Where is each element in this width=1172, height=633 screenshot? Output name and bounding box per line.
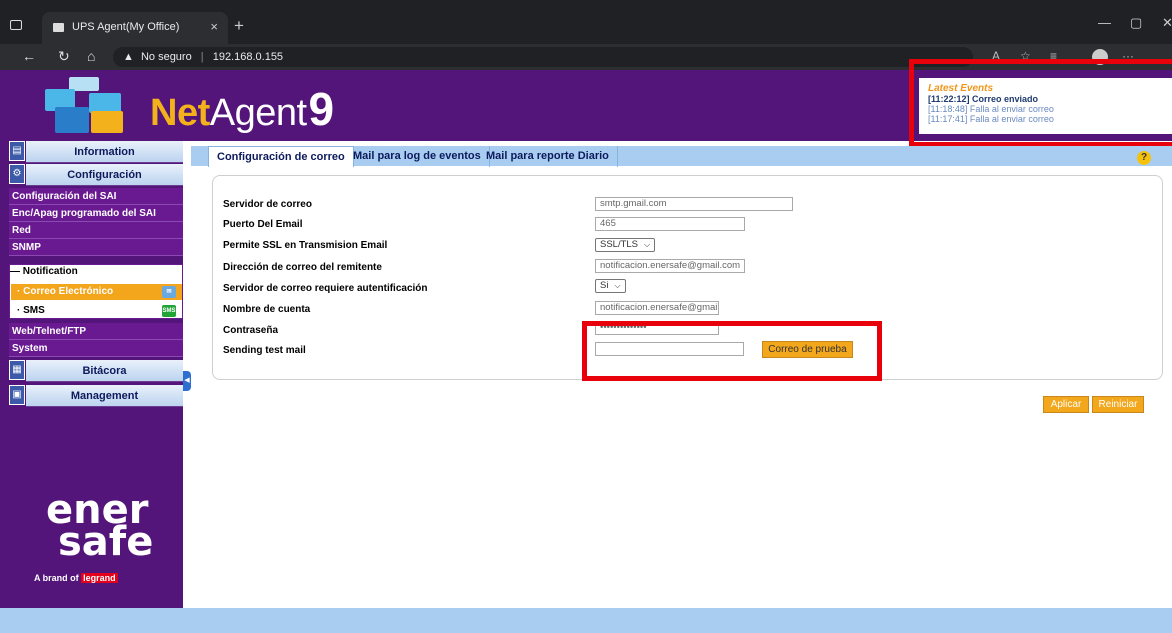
security-status[interactable]: No seguro	[141, 51, 192, 63]
bitacora-icon: ▦	[9, 360, 25, 380]
browser-tab-title: UPS Agent(My Office)	[72, 21, 180, 33]
minimize-icon[interactable]: —	[1098, 15, 1111, 30]
label-puerto-email: Puerto Del Email	[223, 219, 303, 230]
events-highlight-box	[909, 59, 1172, 147]
remitente-input[interactable]: notificacion.enersafe@gmail.com	[595, 259, 745, 273]
label-servidor-correo: Servidor de correo	[223, 199, 312, 210]
logo-line2: safe	[58, 519, 154, 565]
sidebar-section-configuracion[interactable]: Configuración	[26, 164, 183, 186]
correo-label: Correo Electrónico	[23, 286, 114, 297]
label-ssl: Permite SSL en Transmision Email	[223, 240, 388, 251]
information-icon: ▤	[9, 141, 25, 161]
tab-configuracion-correo[interactable]: Configuración de correo	[208, 146, 354, 167]
ssl-select-value: SSL/TLS	[600, 239, 639, 250]
sidebar-item-enc-apag[interactable]: Enc/Apag programado del SAI	[9, 205, 183, 222]
configuration-gear-icon: ⚙	[9, 164, 25, 184]
chevron-down-icon: ⌵	[614, 281, 621, 290]
chevron-down-icon: ⌵	[644, 240, 651, 249]
sidebar-item-correo-electronico[interactable]: · Correo Electrónico ✉	[11, 284, 182, 300]
tab-close-icon[interactable]: ×	[210, 19, 218, 34]
label-contrasena: Contraseña	[223, 325, 279, 336]
label-autentificacion: Servidor de correo requiere autentificac…	[223, 283, 428, 294]
tagline-prefix: A brand of	[34, 573, 82, 583]
sidebar-item-snmp[interactable]: SNMP	[9, 239, 183, 256]
test-mail-highlight-box	[582, 321, 882, 381]
url-separator: |	[200, 51, 204, 63]
sms-icon: SMS	[162, 305, 176, 317]
footer-bar	[0, 608, 1172, 633]
url-text: 192.168.0.155	[212, 51, 284, 63]
puerto-email-input[interactable]: 465	[595, 217, 745, 231]
maximize-icon[interactable]: ▢	[1130, 15, 1142, 31]
autentificacion-select[interactable]: Si ⌵	[595, 279, 626, 293]
aplicar-button[interactable]: Aplicar	[1043, 396, 1089, 413]
tab-mail-log-eventos[interactable]: Mail para log de eventos	[345, 146, 490, 167]
netagent-brand: NetAgent9	[150, 82, 334, 136]
new-tab-icon[interactable]: +	[234, 16, 244, 36]
sidebar-item-sms[interactable]: · SMS SMS	[11, 303, 182, 319]
management-grid-icon: ▣	[9, 385, 25, 405]
label-sending-test-mail: Sending test mail	[223, 345, 306, 356]
notification-label: Notification	[22, 266, 78, 277]
sms-label: SMS	[23, 305, 45, 316]
window-menu-icon[interactable]	[10, 20, 22, 30]
legrand-brand: legrand	[81, 573, 118, 583]
url-field[interactable]: ▲ No seguro | 192.168.0.155	[113, 47, 973, 67]
servidor-correo-input[interactable]: smtp.gmail.com	[595, 197, 793, 211]
autentificacion-select-value: Si	[600, 280, 609, 291]
tab-mail-reporte-diario[interactable]: Mail para reporte Diario	[478, 146, 618, 167]
netagent-logo-icon	[45, 77, 123, 135]
sidebar-section-information[interactable]: Information	[26, 141, 183, 163]
email-icon: ✉	[162, 286, 176, 298]
browser-tab-strip: UPS Agent(My Office) × + — ▢ ✕	[0, 0, 1172, 44]
brand-agent: Agent	[209, 92, 307, 134]
label-remitente: Dirección de correo del remitente	[223, 262, 382, 273]
warning-icon: ▲	[123, 51, 134, 63]
nombre-cuenta-input[interactable]: notificacion.enersafe@gmail.	[595, 301, 719, 315]
home-icon[interactable]: ⌂	[87, 48, 95, 64]
sidebar-section-bitacora[interactable]: Bitácora	[26, 360, 183, 382]
brand-nine: 9	[308, 83, 335, 135]
sidebar-item-system[interactable]: System	[9, 340, 183, 357]
ssl-select[interactable]: SSL/TLS ⌵	[595, 238, 656, 252]
label-nombre-cuenta: Nombre de cuenta	[223, 304, 311, 315]
window-close-icon[interactable]: ✕	[1162, 15, 1172, 31]
back-icon[interactable]: ←	[22, 48, 36, 64]
sidebar-item-notification[interactable]: — Notification	[10, 266, 78, 277]
enersafe-logo: ener safe	[46, 490, 154, 565]
sidebar-item-web-telnet-ftp[interactable]: Web/Telnet/FTP	[9, 323, 183, 340]
browser-tab[interactable]: UPS Agent(My Office) ×	[42, 12, 228, 44]
brand-tagline: A brand of legrand	[34, 573, 118, 583]
sidebar-item-red[interactable]: Red	[9, 222, 183, 239]
sidebar-section-management[interactable]: Management	[26, 385, 183, 407]
reload-icon[interactable]: ↻	[58, 48, 70, 65]
help-icon[interactable]: ?	[1137, 151, 1151, 165]
collapse-sidebar-icon[interactable]: ◀	[183, 371, 191, 391]
brand-net: Net	[150, 92, 210, 134]
sidebar-item-configuracion-sai[interactable]: Configuración del SAI	[9, 188, 183, 205]
favicon-icon	[53, 23, 64, 32]
reiniciar-button[interactable]: Reiniciar	[1092, 396, 1144, 413]
